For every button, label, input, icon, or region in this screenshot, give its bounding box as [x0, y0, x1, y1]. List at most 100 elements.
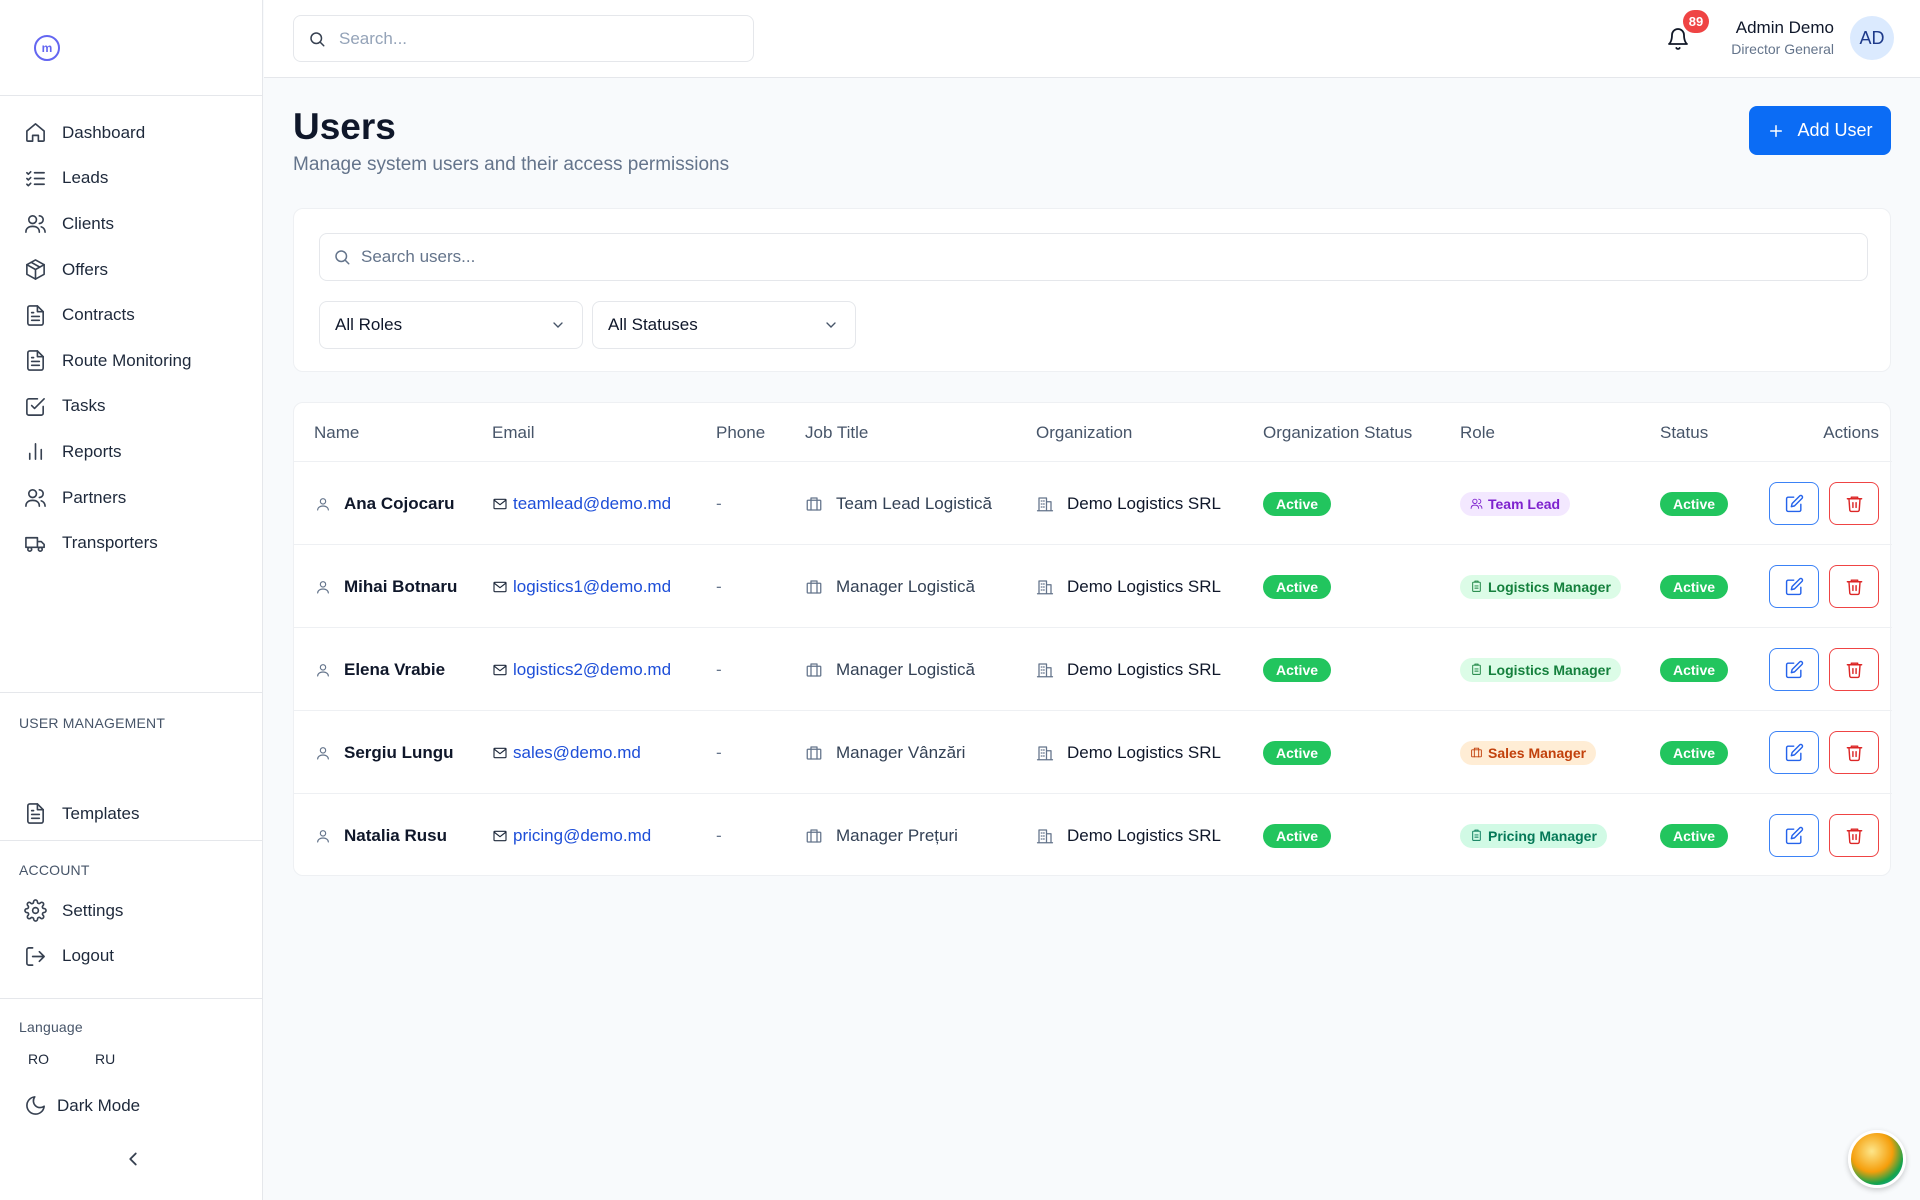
user-name-cell: Natalia Rusu: [315, 794, 447, 877]
statuses-select-value: All Statuses: [608, 315, 698, 334]
user-name-cell: Mihai Botnaru: [315, 545, 457, 628]
sidebar-item-reports[interactable]: Reports: [0, 429, 262, 475]
lang-ro-button[interactable]: RO: [28, 1051, 49, 1067]
user-name-text: Ana Cojocaru: [344, 493, 455, 513]
logo-icon[interactable]: m: [34, 34, 60, 61]
email-link[interactable]: logistics2@demo.md: [513, 660, 671, 680]
sidebar-item-templates[interactable]: Templates: [0, 791, 263, 837]
lang-ru-button[interactable]: RU: [95, 1051, 115, 1067]
edit-button[interactable]: [1769, 814, 1819, 857]
role-cell: Sales Manager: [1460, 711, 1597, 794]
email-cell: teamlead@demo.md: [492, 462, 671, 545]
sidebar-item-leads[interactable]: Leads: [0, 156, 262, 202]
delete-button[interactable]: [1829, 482, 1879, 525]
table-row[interactable]: Natalia Rusu pricing@demo.md - Manager P…: [294, 793, 1892, 876]
delete-button[interactable]: [1829, 731, 1879, 774]
user-search: [319, 233, 1868, 281]
email-link[interactable]: pricing@demo.md: [513, 826, 651, 846]
role-text: Sales Manager: [1488, 744, 1587, 761]
sidebar-item-partners[interactable]: Partners: [0, 475, 262, 521]
sidebar-item-label: Route Monitoring: [62, 350, 192, 370]
delete-button[interactable]: [1829, 814, 1879, 857]
users-icon: [25, 215, 46, 234]
organization-status-cell: Active: [1263, 462, 1332, 545]
sidebar-item-label: Offers: [62, 259, 108, 279]
sidebar-item-route-monitoring[interactable]: Route Monitoring: [0, 338, 262, 384]
column-header-name[interactable]: Name: [314, 423, 359, 443]
sidebar: m Dashboard Leads Clients Offers Contrac…: [0, 0, 263, 1200]
phone-cell: -: [716, 576, 722, 596]
job-title-text: Manager Vânzări: [836, 742, 966, 762]
bell-icon[interactable]: [1666, 27, 1690, 51]
column-header-organization-status[interactable]: Organization Status: [1263, 423, 1412, 443]
status-badge: Active: [1263, 657, 1332, 682]
edit-button[interactable]: [1769, 731, 1819, 774]
role-badge: Team Lead: [1460, 491, 1571, 516]
column-header-status[interactable]: Status: [1660, 423, 1708, 443]
role-text: Team Lead: [1488, 495, 1561, 512]
column-header-phone[interactable]: Phone: [716, 423, 765, 443]
dark-mode-toggle[interactable]: Dark Mode: [0, 1083, 263, 1129]
email-link[interactable]: logistics1@demo.md: [513, 577, 671, 597]
table-row[interactable]: Elena Vrabie logistics2@demo.md - Manage…: [294, 627, 1892, 710]
email-cell: pricing@demo.md: [492, 794, 651, 877]
edit-icon: [1785, 743, 1803, 762]
sidebar-item-contracts[interactable]: Contracts: [0, 292, 262, 338]
status-badge: Active: [1263, 491, 1332, 516]
sidebar-item-logout[interactable]: Logout: [0, 934, 263, 980]
delete-button[interactable]: [1829, 565, 1879, 608]
role-icon: [1472, 829, 1481, 841]
edit-button[interactable]: [1769, 648, 1819, 691]
organization-cell: Demo Logistics SRL: [1036, 462, 1221, 545]
assistant-bubble-icon[interactable]: [1848, 1130, 1906, 1188]
edit-icon: [1785, 494, 1803, 513]
edit-button[interactable]: [1769, 482, 1819, 525]
organization-cell: Demo Logistics SRL: [1036, 545, 1221, 628]
organization-cell: Demo Logistics SRL: [1036, 711, 1221, 794]
table-row[interactable]: Ana Cojocaru teamlead@demo.md - Team Lea…: [294, 461, 1892, 544]
role-cell: Team Lead: [1460, 462, 1571, 545]
column-header-job-title[interactable]: Job Title: [805, 423, 868, 443]
bar-chart-icon: [28, 443, 43, 461]
sidebar-item-clients[interactable]: Clients: [0, 201, 262, 247]
sidebar-item-label: Transporters: [62, 533, 158, 553]
add-user-label: Add User: [1797, 120, 1873, 140]
sidebar-item-transporters[interactable]: Transporters: [0, 520, 262, 566]
edit-button[interactable]: [1769, 565, 1819, 608]
organization-text: Demo Logistics SRL: [1067, 825, 1222, 845]
status-cell: Active: [1660, 794, 1729, 877]
status-badge: Active: [1660, 574, 1729, 599]
sidebar-item-label: Contracts: [62, 305, 135, 325]
avatar[interactable]: AD: [1850, 16, 1894, 60]
delete-button[interactable]: [1829, 648, 1879, 691]
user-name-text: Sergiu Lungu: [344, 742, 454, 762]
role-badge: Pricing Manager: [1460, 823, 1607, 848]
status-badge: Active: [1263, 823, 1332, 848]
organization-cell: Demo Logistics SRL: [1036, 628, 1221, 711]
sidebar-item-tasks[interactable]: Tasks: [0, 384, 262, 430]
sidebar-item-settings[interactable]: Settings: [0, 888, 263, 934]
user-name-cell: Elena Vrabie: [315, 628, 445, 711]
email-link[interactable]: sales@demo.md: [513, 743, 641, 763]
statuses-select[interactable]: All Statuses: [592, 301, 856, 349]
file-text-icon: [27, 304, 44, 326]
column-header-role[interactable]: Role: [1460, 423, 1495, 443]
user-search-input[interactable]: [361, 247, 1811, 267]
sidebar-item-offers[interactable]: Offers: [0, 247, 262, 293]
global-search-input[interactable]: [339, 28, 719, 49]
sidebar-item-dashboard[interactable]: Dashboard: [0, 110, 262, 156]
roles-select[interactable]: All Roles: [319, 301, 583, 349]
table-row[interactable]: Mihai Botnaru logistics1@demo.md - Manag…: [294, 544, 1892, 627]
table-row[interactable]: Sergiu Lungu sales@demo.md - Manager Vân…: [294, 710, 1892, 793]
users-icon: [25, 489, 46, 507]
chevron-left-icon[interactable]: [122, 1148, 144, 1170]
logo-area: m: [0, 0, 262, 96]
column-header-email[interactable]: Email: [492, 423, 535, 443]
role-cell: Pricing Manager: [1460, 794, 1607, 877]
add-user-button[interactable]: Add User: [1749, 106, 1891, 155]
column-header-organization[interactable]: Organization: [1036, 423, 1132, 443]
phone-cell: -: [716, 493, 722, 513]
status-badge: Active: [1263, 574, 1332, 599]
briefcase-icon: [806, 662, 822, 677]
email-link[interactable]: teamlead@demo.md: [513, 494, 671, 514]
